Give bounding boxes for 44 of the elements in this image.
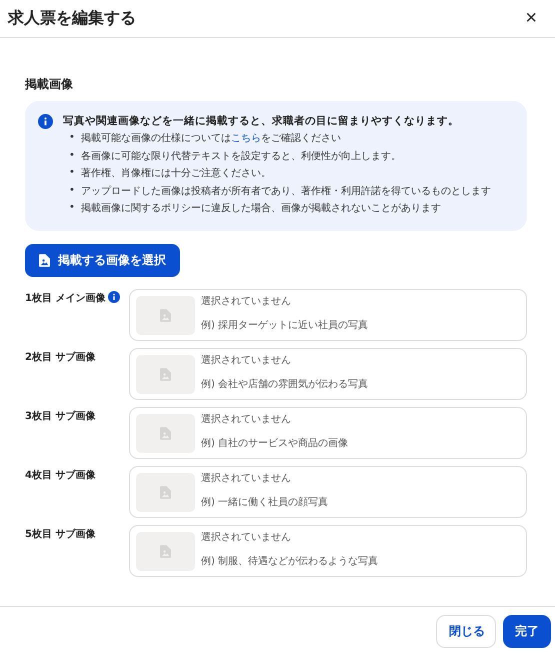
slot-hint: 例) 自社のサービスや商品の画像 <box>201 438 348 450</box>
info-bullet: 掲載画像に関するポリシーに違反した場合、画像が掲載されないことがあります <box>80 202 441 216</box>
bullet-marker: • <box>69 131 75 145</box>
slot-status: 選択されていません <box>201 414 292 426</box>
slot-label: 2枚目 サブ画像 <box>25 350 96 364</box>
slot-label: 5枚目 サブ画像 <box>25 528 96 540</box>
done-button[interactable]: 完了 <box>503 615 551 648</box>
image-file-icon <box>160 426 171 440</box>
info-icon <box>38 114 53 129</box>
slot-status: 選択されていません <box>201 532 292 544</box>
info-bullet: 各画像に可能な限り代替テキストを設定すると、利便性が向上します。 <box>80 150 401 164</box>
bullet-marker: • <box>69 148 75 162</box>
info-bullet: 著作権、肖像権には十分ご注意ください。 <box>80 166 271 181</box>
slot-status: 選択されていません <box>201 354 292 366</box>
dialog-title: 求人票を編集する <box>8 8 136 29</box>
image-file-icon <box>160 368 171 380</box>
image-slot[interactable]: 選択されていません 例) 一緒に働く社員の顔写真 <box>129 466 527 518</box>
image-slot[interactable]: 選択されていません 例) 自社のサービスや商品の画像 <box>129 406 527 458</box>
info-heading: 写真や関連画像などを一緒に掲載すると、求職者の目に留まりやすくなります。 <box>63 114 460 128</box>
link[interactable]: こちら <box>230 133 261 144</box>
close-button[interactable]: 閉じる <box>436 615 496 648</box>
slot-hint: 例) 制服、待遇などが伝わるような写真 <box>201 556 378 568</box>
slot-label: 4枚目 サブ画像 <box>25 468 96 482</box>
image-slot[interactable]: 選択されていません 例) 制服、待遇などが伝わるような写真 <box>129 524 527 576</box>
info-bullet: アップロードした画像は投稿者が所有者であり、著作権・利用許諾を得ているものとします <box>80 184 491 198</box>
slot-hint: 例) 採用ターゲットに近い社員の写真 <box>201 320 368 332</box>
slot-status: 選択されていません <box>201 472 292 484</box>
select-image-button[interactable]: 掲載する画像を選択 <box>25 244 180 276</box>
image-slot[interactable]: 選択されていません 例) 採用ターゲットに近い社員の写真 <box>129 288 527 340</box>
bullet-marker: • <box>69 166 75 180</box>
info-bullet: 掲載可能な画像の仕様についてはこちら をご確認ください <box>80 132 341 146</box>
image-file-icon <box>160 486 171 498</box>
bullet-marker: • <box>69 184 75 198</box>
image-file-icon <box>39 254 50 266</box>
image-slot[interactable]: 選択されていません 例) 会社や店舗の雰囲気が伝わる写真 <box>129 348 527 400</box>
slot-hint: 例) 会社や店舗の雰囲気が伝わる写真 <box>201 378 368 390</box>
slot-label: 3枚目 サブ画像 <box>25 410 96 422</box>
slot-hint: 例) 一緒に働く社員の顔写真 <box>201 496 328 508</box>
slot-label: 1枚目 メイン画像 <box>25 292 106 304</box>
slot-status: 選択されていません <box>201 296 292 308</box>
image-file-icon <box>160 544 171 558</box>
section-title: 掲載画像 <box>25 76 74 93</box>
bullet-marker: • <box>69 201 75 215</box>
image-file-icon <box>160 308 171 322</box>
